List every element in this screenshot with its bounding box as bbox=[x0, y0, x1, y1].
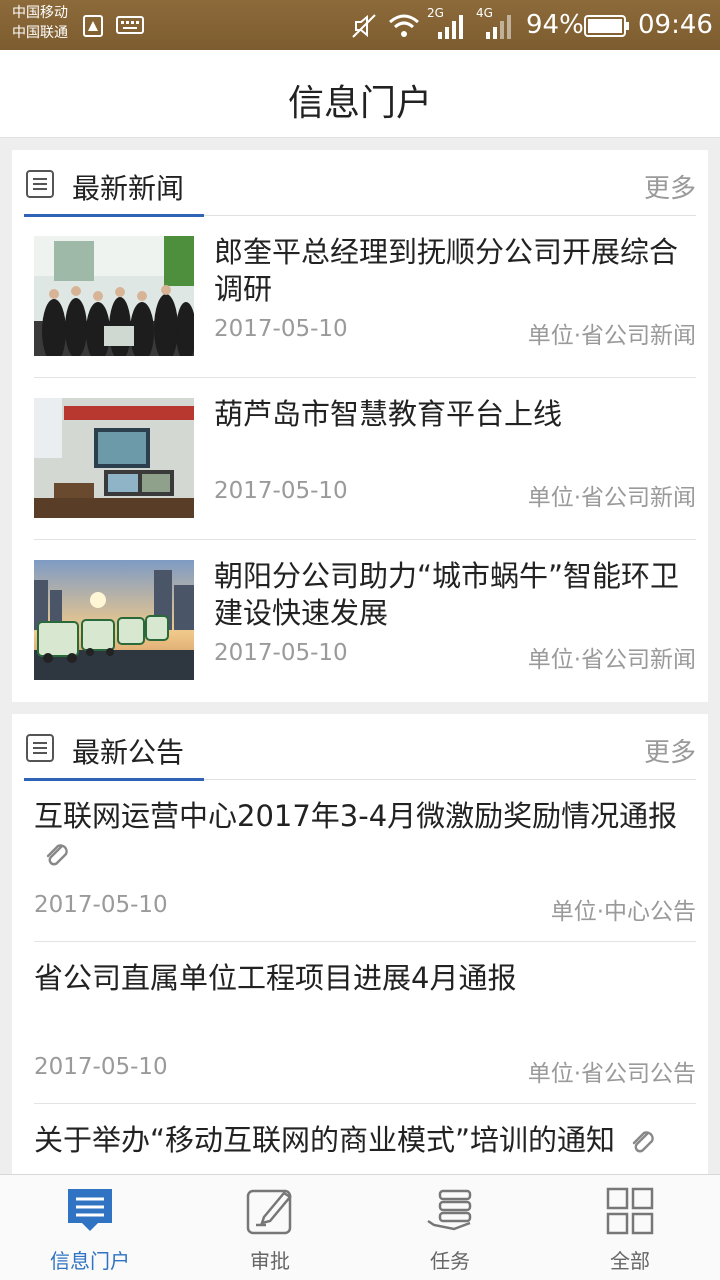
nav-task[interactable]: 任务 bbox=[360, 1175, 540, 1280]
news-thumbnail bbox=[34, 560, 194, 680]
approve-icon bbox=[246, 1189, 292, 1235]
notice-title: 关于举办“移动互联网的商业模式”培训的通知 bbox=[34, 1123, 616, 1157]
attachment-icon bbox=[633, 1131, 655, 1153]
portal-icon bbox=[68, 1189, 112, 1231]
notice-date: 2017-05-10 bbox=[34, 892, 168, 918]
news-date: 2017-05-10 bbox=[214, 640, 348, 666]
news-date: 2017-05-10 bbox=[214, 478, 348, 504]
notice-item[interactable]: 互联网运营中心2017年3-4月微激励奖励情况通报 2017-05-10 单位·… bbox=[34, 780, 696, 942]
news-card: 最新新闻 更多 郎奎平总经理到抚顺分公司开展综合调研 2017-05-10 单位… bbox=[12, 150, 708, 702]
news-item[interactable]: 郎奎平总经理到抚顺分公司开展综合调研 2017-05-10 单位·省公司新闻 bbox=[34, 216, 696, 378]
notice-card: 最新公告 更多 互联网运营中心2017年3-4月微激励奖励情况通报 2017-0… bbox=[12, 714, 708, 1174]
news-thumbnail bbox=[34, 398, 194, 518]
news-title: 葫芦岛市智慧教育平台上线 bbox=[214, 397, 563, 431]
attachment-icon bbox=[46, 844, 68, 866]
list-icon bbox=[26, 170, 54, 198]
news-title: 郎奎平总经理到抚顺分公司开展综合调研 bbox=[214, 235, 679, 306]
nav-portal[interactable]: 信息门户 bbox=[0, 1175, 180, 1280]
news-card-header: 最新新闻 更多 bbox=[24, 150, 696, 217]
wifi-icon bbox=[389, 14, 419, 37]
news-item[interactable]: 朝阳分公司助力“城市蜗牛”智能环卫建设快速发展 2017-05-10 单位·省公… bbox=[34, 540, 696, 702]
storage-icon bbox=[83, 15, 103, 37]
notice-more-link[interactable]: 更多 bbox=[644, 732, 696, 769]
nav-label: 审批 bbox=[250, 1249, 290, 1273]
keyboard-icon bbox=[116, 16, 144, 34]
nav-label: 信息门户 bbox=[50, 1249, 130, 1273]
news-date: 2017-05-10 bbox=[214, 316, 348, 342]
notice-title: 省公司直属单位工程项目进展4月通报 bbox=[34, 961, 517, 995]
signal-1-icon bbox=[438, 15, 463, 39]
news-section-title: 最新新闻 bbox=[72, 172, 185, 205]
notice-title: 互联网运营中心2017年3-4月微激励奖励情况通报 bbox=[34, 799, 678, 833]
notice-source: 单位·中心公告 bbox=[550, 899, 696, 925]
notice-item[interactable]: 省公司直属单位工程项目进展4月通报 2017-05-10 单位·省公司公告 bbox=[34, 942, 696, 1104]
news-source: 单位·省公司新闻 bbox=[527, 647, 696, 673]
status-bar: 中国移动 中国联通 2G 4G 94% 09:46 bbox=[0, 0, 720, 50]
news-more-link[interactable]: 更多 bbox=[644, 168, 696, 205]
carrier-2: 中国联通 bbox=[12, 25, 68, 41]
news-source: 单位·省公司新闻 bbox=[527, 323, 696, 349]
notice-title-wrap: 互联网运营中心2017年3-4月微激励奖励情况通报 bbox=[34, 798, 696, 872]
page-title: 信息门户 bbox=[287, 83, 432, 124]
list-icon bbox=[26, 734, 54, 762]
nav-label: 全部 bbox=[610, 1249, 650, 1273]
signal-2-icon bbox=[486, 15, 511, 39]
carrier-names: 中国移动 中国联通 bbox=[12, 3, 68, 43]
news-source: 单位·省公司新闻 bbox=[527, 485, 696, 511]
battery-icon bbox=[584, 15, 629, 37]
task-icon bbox=[427, 1189, 472, 1231]
news-item[interactable]: 葫芦岛市智慧教育平台上线 2017-05-10 单位·省公司新闻 bbox=[34, 378, 696, 540]
notice-card-header: 最新公告 更多 bbox=[24, 714, 696, 781]
news-title: 朝阳分公司助力“城市蜗牛”智能环卫建设快速发展 bbox=[214, 559, 680, 630]
nav-label: 任务 bbox=[430, 1249, 470, 1273]
app-header: 信息门户 bbox=[0, 50, 720, 138]
notice-date: 2017-05-10 bbox=[34, 1054, 168, 1080]
notice-title-wrap: 关于举办“移动互联网的商业模式”培训的通知 bbox=[34, 1122, 696, 1159]
notice-section-title: 最新公告 bbox=[72, 736, 185, 769]
battery-percent: 94% bbox=[526, 10, 584, 40]
nav-all[interactable]: 全部 bbox=[540, 1175, 720, 1280]
mute-icon bbox=[352, 14, 376, 38]
nav-approve[interactable]: 审批 bbox=[180, 1175, 360, 1280]
news-thumbnail bbox=[34, 236, 194, 356]
carrier-1: 中国移动 bbox=[12, 5, 68, 21]
clock: 09:46 bbox=[638, 10, 713, 40]
grid-icon bbox=[606, 1187, 654, 1235]
notice-source: 单位·省公司公告 bbox=[527, 1061, 696, 1087]
bottom-nav: 信息门户 审批 任务 全部 bbox=[0, 1174, 720, 1280]
